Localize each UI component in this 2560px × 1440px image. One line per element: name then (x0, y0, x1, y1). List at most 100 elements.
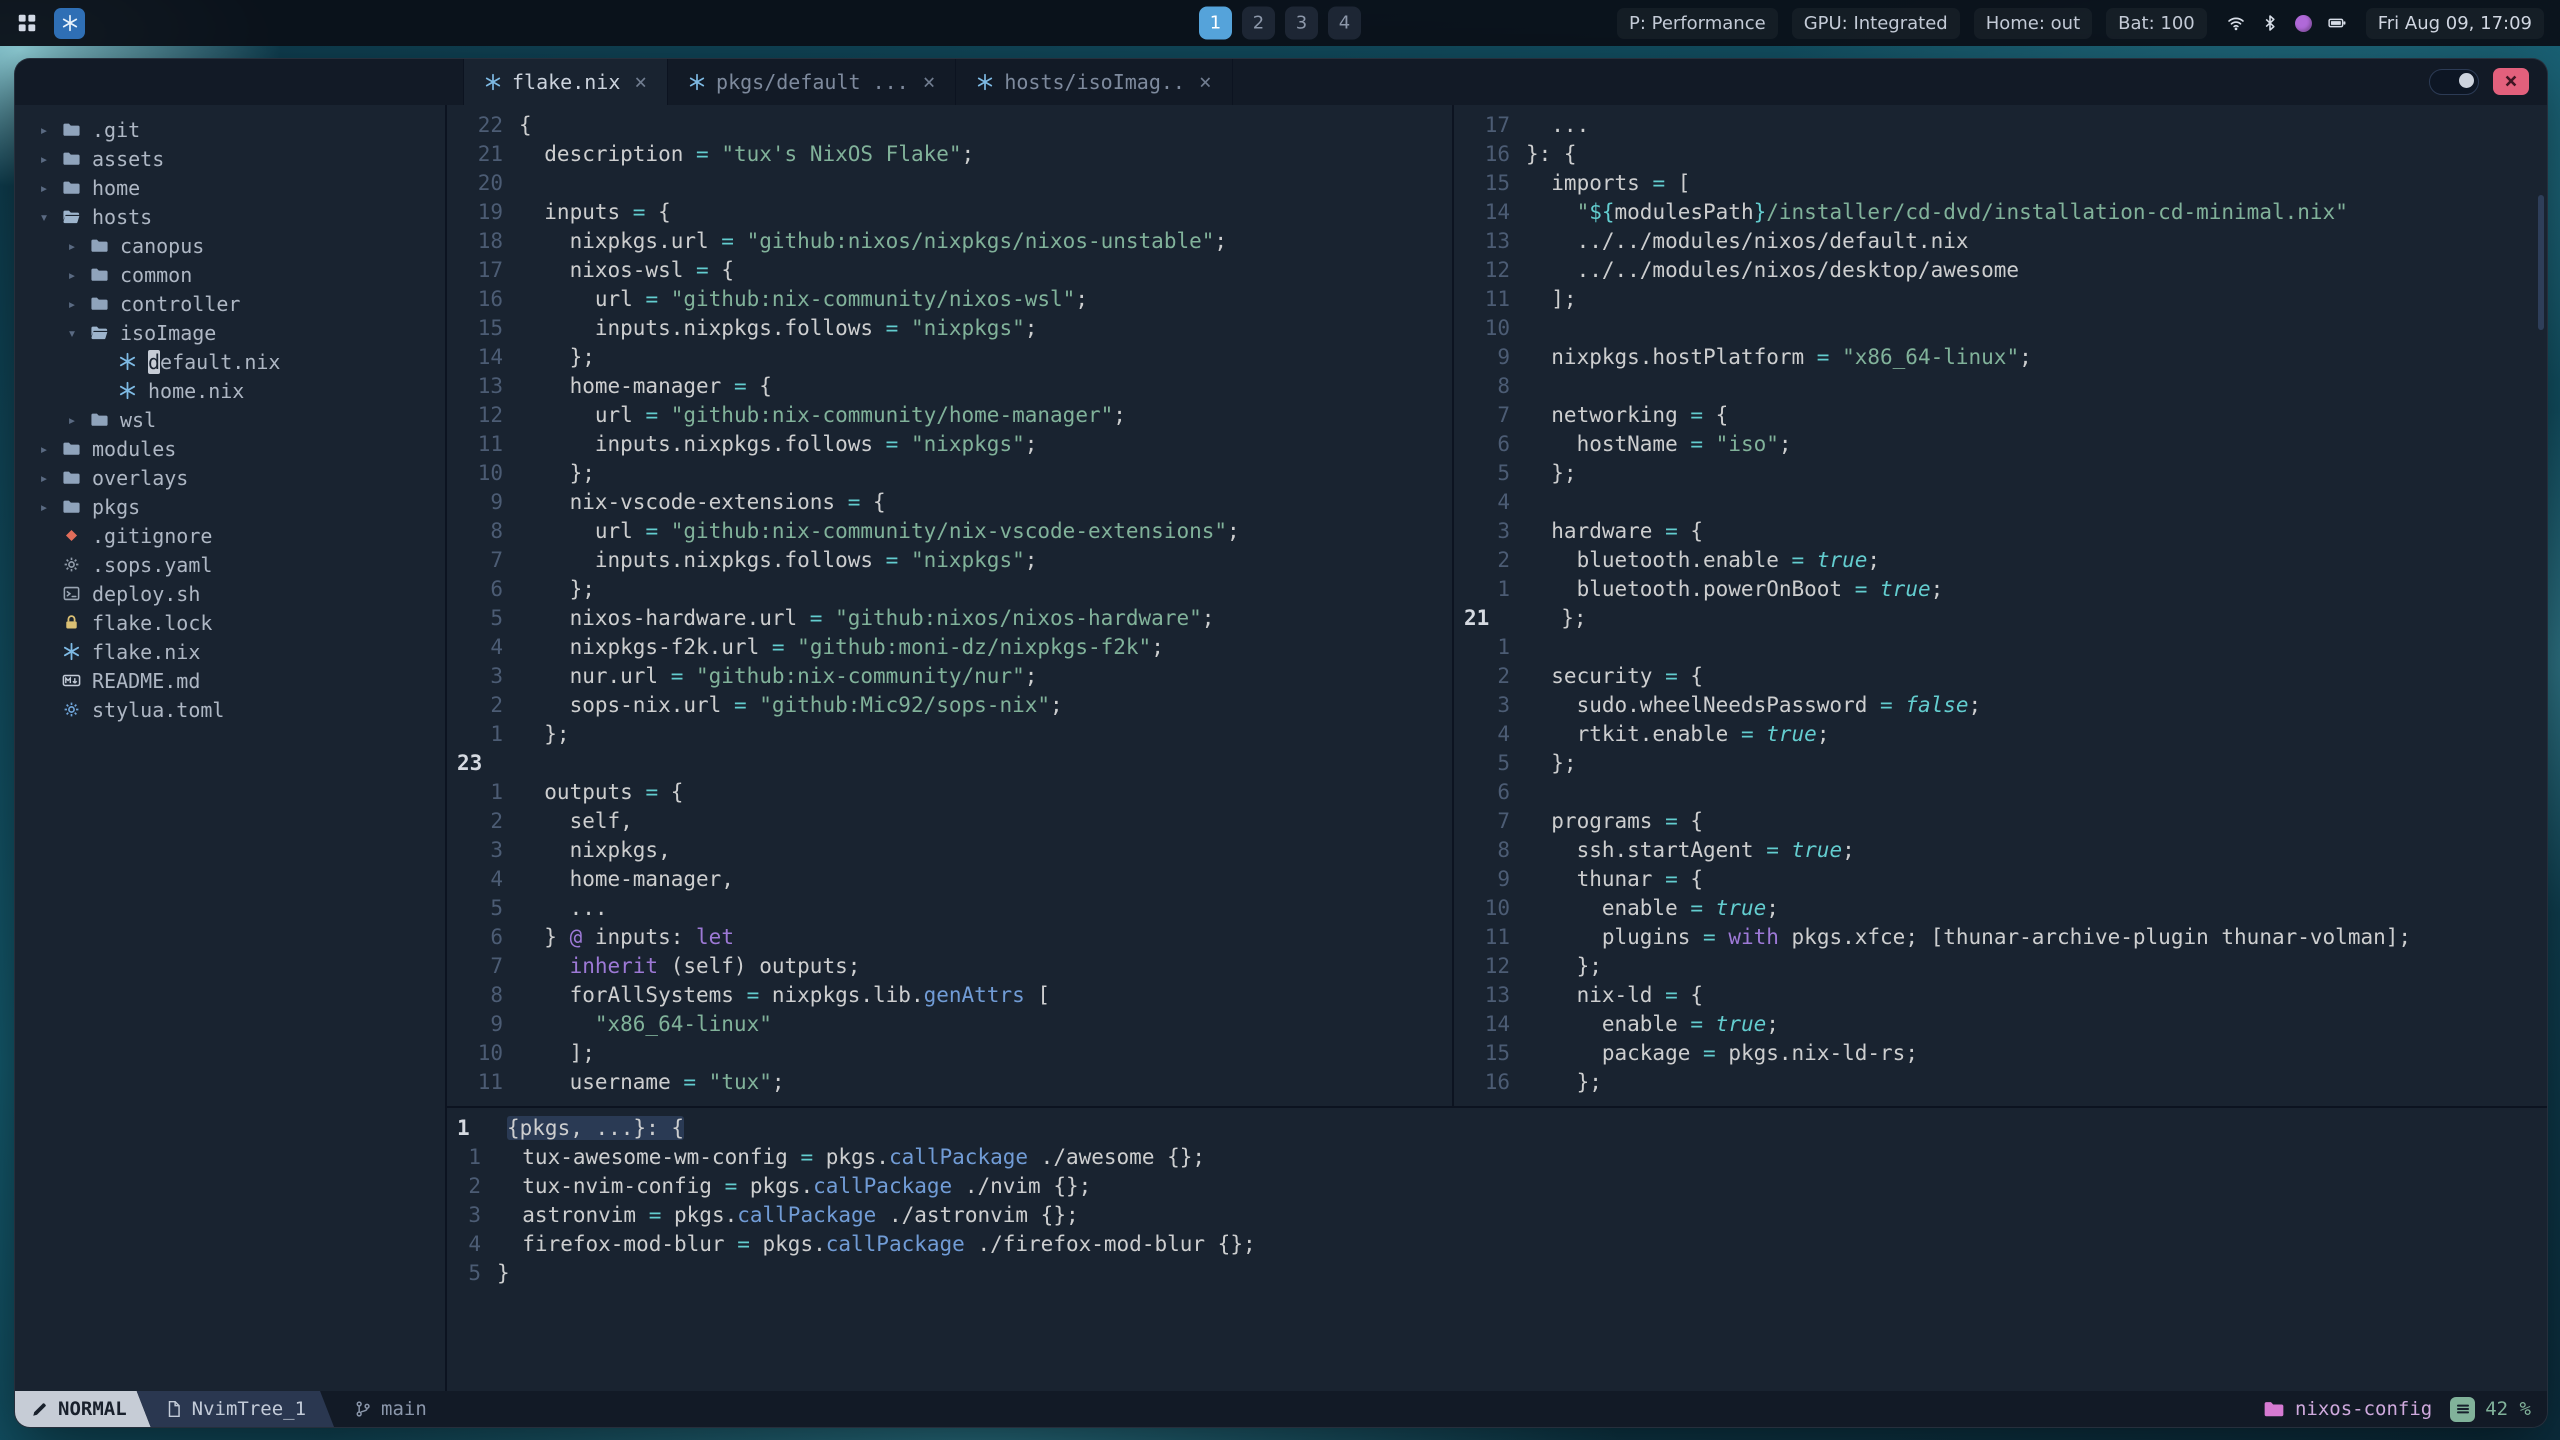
tree-item-label: flake.lock (92, 610, 213, 635)
code-line: 9 "x86_64-linux" (447, 1010, 1452, 1039)
workspace-button-1[interactable]: 1 (1199, 6, 1232, 40)
tree-item-readme-md[interactable]: README.md (15, 666, 445, 695)
code-line: 1 (1454, 633, 2547, 662)
code-line: 17 nixos-wsl = { (447, 256, 1452, 285)
tree-item-isoimage[interactable]: ▾ isoImage (15, 318, 445, 347)
line-number: 17 (1484, 113, 1510, 137)
tree-item-label: hosts (92, 204, 153, 229)
tree-item-overlays[interactable]: ▸ overlays (15, 463, 445, 492)
editor-window: flake.nix × pkgs/default ... × hosts/isoImag… (14, 58, 2548, 1428)
line-number: 1 (457, 1116, 470, 1140)
code-line: 15 package = pkgs.nix-ld-rs; (1454, 1039, 2547, 1068)
code-text: sops-nix.url = "github:Mic92/sops-nix"; (519, 693, 1063, 717)
tree-item-pkgs[interactable]: ▸ pkgs (15, 492, 445, 521)
file-tree[interactable]: ▸ .git ▸ assets ▸ home ▾ hosts ▸ canopus ▸ common ▸ c… (15, 105, 445, 1391)
editor-pane-iso-default-nix[interactable]: 17 ... 16}: {15 imports = [14 "${modulesP… (1454, 105, 2547, 1112)
tab-close-icon[interactable]: × (634, 70, 647, 94)
line-number: 19 (477, 200, 503, 224)
buffer-label: NvimTree_1 (191, 1398, 307, 1420)
toggle-switch[interactable] (2429, 68, 2479, 95)
project-label: nixos-config (2294, 1398, 2433, 1420)
folder-icon-wrap (57, 149, 85, 168)
editor-pane-flake-nix[interactable]: 22{21 description = "tux's NixOS Flake";… (447, 105, 1452, 1112)
code-line: 2 security = { (1454, 662, 2547, 691)
tree-item-flake-lock[interactable]: flake.lock (15, 608, 445, 637)
code-text: ]; (519, 1041, 595, 1065)
tree-item-assets[interactable]: ▸ assets (15, 144, 445, 173)
code-line: 23 (447, 749, 1452, 778)
tree-item-label: controller (120, 291, 241, 316)
code-line: 10 (1454, 314, 2547, 343)
tree-item-label: canopus (120, 233, 205, 258)
code-line: 7 networking = { (1454, 401, 2547, 430)
chevron-right-icon[interactable]: ▸ (31, 440, 57, 458)
bluetooth-tray[interactable] (2261, 14, 2279, 32)
code-line: 4 rtkit.enable = true; (1454, 720, 2547, 749)
indicator-icon[interactable] (2294, 14, 2312, 32)
tree-item-controller[interactable]: ▸ controller (15, 289, 445, 318)
statusline-right: nixos-config 42 % (2263, 1396, 2547, 1422)
chevron-right-icon[interactable]: ▸ (31, 498, 57, 516)
chevron-right-icon[interactable]: ▸ (59, 237, 85, 255)
wifi-tray[interactable] (2227, 14, 2245, 32)
tab-close-icon[interactable]: × (923, 70, 936, 94)
tree-item-canopus[interactable]: ▸ canopus (15, 231, 445, 260)
tree-item-modules[interactable]: ▸ modules (15, 434, 445, 463)
git-branch[interactable]: main (354, 1398, 427, 1420)
chevron-right-icon[interactable]: ▸ (59, 266, 85, 284)
tree-item-home-nix[interactable]: home.nix (15, 376, 445, 405)
markdown-icon (62, 674, 80, 687)
folder-icon (62, 181, 80, 194)
battery-tray[interactable] (2328, 14, 2346, 32)
workspace-button-3[interactable]: 3 (1285, 6, 1318, 40)
tree-item-stylua-toml[interactable]: stylua.toml (15, 695, 445, 724)
tree-item-default-nix[interactable]: default.nix (15, 347, 445, 376)
folder-icon-wrap (85, 294, 113, 313)
chevron-right-icon[interactable]: ▸ (31, 121, 57, 139)
tree-item--sops-yaml[interactable]: .sops.yaml (15, 550, 445, 579)
tree-item-flake-nix[interactable]: flake.nix (15, 637, 445, 666)
tree-item-hosts[interactable]: ▾ hosts (15, 202, 445, 231)
code-line: 9 thunar = { (1454, 865, 2547, 894)
tree-item-home[interactable]: ▸ home (15, 173, 445, 202)
chevron-right-icon[interactable]: ▸ (31, 179, 57, 197)
launcher-button[interactable] (16, 12, 38, 34)
chevron-right-icon[interactable]: ▸ (59, 295, 85, 313)
chevron-down-icon[interactable]: ▾ (31, 208, 57, 226)
line-number: 1 (1497, 635, 1510, 659)
line-number: 13 (1484, 229, 1510, 253)
code-line: 12 ../../modules/nixos/desktop/awesome (1454, 256, 2547, 285)
tab-close-icon[interactable]: × (1199, 70, 1212, 94)
folder-icon-wrap (85, 236, 113, 255)
mode-label: NORMAL (58, 1398, 127, 1420)
tree-item-label: .sops.yaml (92, 552, 213, 577)
scrollbar-thumb[interactable] (2538, 195, 2544, 330)
tab-hosts-isoimag-[interactable]: hosts/isoImag.. × (956, 59, 1233, 105)
tree-item-label: stylua.toml (92, 697, 225, 722)
workspace-button-4[interactable]: 4 (1328, 6, 1361, 40)
tree-item--gitignore[interactable]: .gitignore (15, 521, 445, 550)
folder-pink-icon (2263, 1398, 2285, 1420)
code-line: 1 }; (447, 720, 1452, 749)
app-icon[interactable] (54, 7, 85, 39)
tree-item--git[interactable]: ▸ .git (15, 115, 445, 144)
workspace-button-2[interactable]: 2 (1242, 6, 1275, 40)
tree-item-deploy-sh[interactable]: deploy.sh (15, 579, 445, 608)
chevron-down-icon[interactable]: ▾ (59, 324, 85, 342)
editor-pane-pkgs-default-nix[interactable]: 1 {pkgs, ...}: {1 tux-awesome-wm-config =… (447, 1108, 2547, 1391)
line-number: 3 (1497, 693, 1510, 717)
code-line: 15 inputs.nixpkgs.follows = "nixpkgs"; (447, 314, 1452, 343)
tab-pkgs-default-[interactable]: pkgs/default ... × (668, 59, 957, 105)
line-number: 13 (1484, 983, 1510, 1007)
code-text: forAllSystems = nixpkgs.lib.genAttrs [ (519, 983, 1051, 1007)
tree-item-common[interactable]: ▸ common (15, 260, 445, 289)
chevron-right-icon[interactable]: ▸ (59, 411, 85, 429)
line-number: 4 (490, 867, 503, 891)
tree-item-wsl[interactable]: ▸ wsl (15, 405, 445, 434)
code-line: 9 nixpkgs.hostPlatform = "x86_64-linux"; (1454, 343, 2547, 372)
chevron-right-icon[interactable]: ▸ (31, 150, 57, 168)
tab-flake-nix[interactable]: flake.nix × (464, 59, 669, 105)
window-close-button[interactable]: × (2493, 68, 2529, 95)
chevron-right-icon[interactable]: ▸ (31, 469, 57, 487)
code-text: hardware = { (1526, 519, 1704, 543)
